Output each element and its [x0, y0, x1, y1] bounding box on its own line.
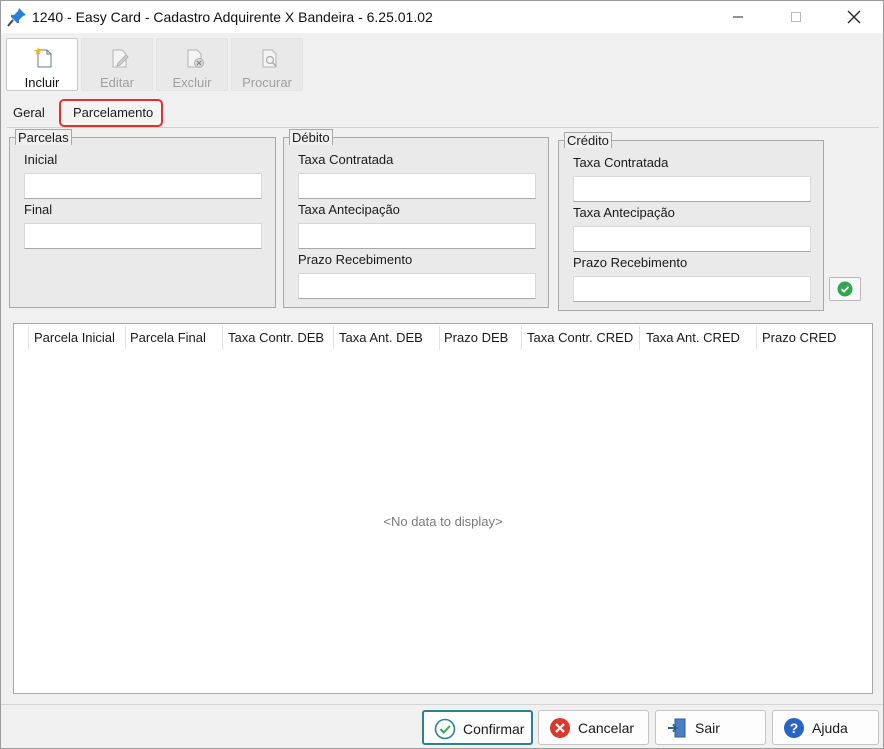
add-parcela-button[interactable] [829, 277, 861, 301]
column-header-taxa-ant-deb[interactable]: Taxa Ant. DEB [339, 330, 423, 345]
tab-geral[interactable]: Geral [13, 105, 45, 120]
final-input[interactable] [24, 223, 262, 249]
confirmar-button[interactable]: Confirmar [422, 710, 533, 745]
excluir-label: Excluir [172, 75, 212, 90]
empty-grid-message: <No data to display> [383, 514, 503, 529]
parcelas-group-title: Parcelas [15, 129, 72, 145]
credito-prazo-recebimento-label: Prazo Recebimento [573, 255, 688, 270]
incluir-label: Incluir [24, 75, 60, 90]
search-document-icon [262, 49, 277, 68]
debito-group: Débito Taxa Contratada Taxa Antecipação … [283, 129, 549, 308]
maximize-icon [791, 12, 801, 22]
exit-door-icon [668, 718, 686, 738]
debito-taxa-antecipacao-input[interactable] [298, 223, 536, 249]
column-separator [521, 326, 522, 350]
close-button[interactable] [831, 1, 877, 33]
cancelar-label: Cancelar [578, 720, 635, 736]
pushpin-icon [7, 8, 26, 27]
minimize-button[interactable] [715, 1, 761, 33]
editar-button[interactable]: Editar [81, 38, 153, 91]
edit-document-icon [112, 49, 129, 68]
sair-label: Sair [695, 720, 720, 736]
svg-text:?: ? [790, 720, 799, 736]
debito-taxa-contratada-input[interactable] [298, 173, 536, 199]
ajuda-button[interactable]: ? Ajuda [772, 710, 879, 745]
final-label: Final [24, 202, 53, 217]
column-header-parcela-final[interactable]: Parcela Final [130, 330, 206, 345]
tab-parcelamento[interactable]: Parcelamento [59, 99, 163, 127]
column-separator [125, 326, 126, 350]
debito-group-title: Débito [289, 129, 333, 145]
check-circle-icon [837, 281, 853, 297]
debito-taxa-antecipacao-label: Taxa Antecipação [298, 202, 400, 217]
ajuda-label: Ajuda [812, 720, 848, 736]
incluir-button[interactable]: Incluir [6, 38, 78, 91]
grid-header: Parcela Inicial Parcela Final Taxa Contr… [14, 324, 872, 354]
column-header-taxa-ant-cred[interactable]: Taxa Ant. CRED [646, 330, 740, 345]
column-separator [333, 326, 334, 350]
close-icon [847, 10, 861, 24]
column-header-taxa-contr-deb[interactable]: Taxa Contr. DEB [228, 330, 324, 345]
app-window: 1240 - Easy Card - Cadastro Adquirente X… [0, 0, 884, 749]
credito-taxa-antecipacao-label: Taxa Antecipação [573, 205, 675, 220]
help-circle-icon: ? [784, 718, 804, 738]
debito-taxa-contratada-label: Taxa Contratada [298, 152, 394, 167]
debito-prazo-recebimento-label: Prazo Recebimento [298, 252, 413, 267]
credito-taxa-contratada-label: Taxa Contratada [573, 155, 669, 170]
debito-prazo-recebimento-input[interactable] [298, 273, 536, 299]
title-bar: 1240 - Easy Card - Cadastro Adquirente X… [1, 1, 883, 33]
column-separator [222, 326, 223, 350]
confirmar-label: Confirmar [463, 721, 525, 737]
new-document-icon [34, 47, 52, 68]
procurar-button[interactable]: Procurar [231, 38, 303, 91]
delete-document-icon [187, 49, 204, 68]
column-header-prazo-deb[interactable]: Prazo DEB [444, 330, 508, 345]
credito-group-title: Crédito [564, 132, 612, 148]
footer-divider [1, 704, 883, 705]
inicial-input[interactable] [24, 173, 262, 199]
column-separator [756, 326, 757, 350]
column-header-parcela-inicial[interactable]: Parcela Inicial [34, 330, 115, 345]
credito-taxa-contratada-input[interactable] [573, 176, 811, 202]
parcelamento-grid[interactable]: Parcela Inicial Parcela Final Taxa Contr… [13, 323, 873, 694]
column-separator [439, 326, 440, 350]
window-title: 1240 - Easy Card - Cadastro Adquirente X… [32, 9, 433, 25]
check-circle-icon [434, 718, 456, 740]
sair-button[interactable]: Sair [655, 710, 766, 745]
column-header-taxa-contr-cred[interactable]: Taxa Contr. CRED [527, 330, 633, 345]
cancel-circle-icon [550, 718, 570, 738]
credito-taxa-antecipacao-input[interactable] [573, 226, 811, 252]
column-separator [28, 326, 29, 350]
column-header-prazo-cred[interactable]: Prazo CRED [762, 330, 836, 345]
tab-divider [7, 127, 879, 128]
maximize-button[interactable] [773, 1, 819, 33]
minimize-icon [733, 16, 743, 18]
credito-prazo-recebimento-input[interactable] [573, 276, 811, 302]
toolbar: Incluir Editar Excluir Procurar [1, 33, 883, 93]
editar-label: Editar [100, 75, 134, 90]
credito-group: Crédito Taxa Contratada Taxa Antecipação… [558, 132, 824, 311]
inicial-label: Inicial [24, 152, 58, 167]
procurar-label: Procurar [242, 75, 292, 90]
excluir-button[interactable]: Excluir [156, 38, 228, 91]
parcelas-group: Parcelas Inicial Final [9, 129, 276, 308]
cancelar-button[interactable]: Cancelar [538, 710, 649, 745]
column-separator [639, 326, 640, 350]
